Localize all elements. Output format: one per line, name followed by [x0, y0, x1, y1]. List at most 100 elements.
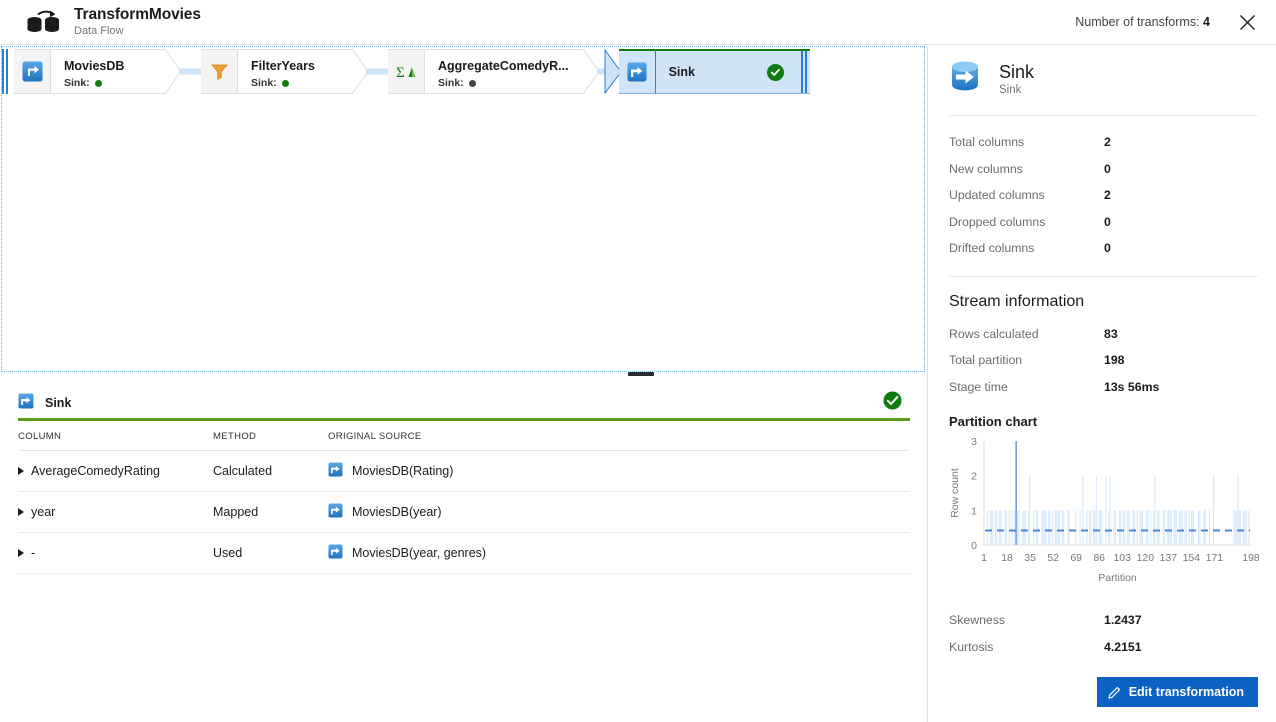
- side-panel-title-group: Sink Sink: [999, 63, 1034, 97]
- graph-connector: [583, 49, 619, 94]
- stat-value: 0: [1104, 162, 1111, 176]
- svg-text:69: 69: [1070, 552, 1082, 564]
- node-status: Sink:: [64, 77, 151, 89]
- node-name: FilterYears: [251, 59, 338, 74]
- pencil-icon: [1108, 685, 1122, 699]
- svg-text:35: 35: [1024, 552, 1036, 564]
- transform-count-value: 4: [1203, 15, 1210, 29]
- stat-updated-columns: Updated columns 2: [928, 182, 1276, 209]
- column-stats-list: Total columns 2 New columns 0 Updated co…: [928, 116, 1276, 276]
- stat-label: Kurtosis: [949, 640, 1104, 654]
- sink-detail-panel: Sink COLUMN METHOD ORIGINAL SOURCE: [0, 379, 926, 722]
- cell-method: Used: [213, 533, 328, 574]
- stat-total-columns: Total columns 2: [928, 129, 1276, 156]
- partition-chart-title: Partition chart: [928, 400, 1276, 433]
- stat-total-partition: Total partition 198: [928, 347, 1276, 374]
- table-row[interactable]: AverageComedyRating Calculated: [18, 451, 910, 492]
- status-dot-icon: [469, 80, 476, 87]
- panel-splitter-handle[interactable]: [628, 372, 654, 376]
- cell-column: AverageComedyRating: [18, 451, 213, 492]
- svg-text:171: 171: [1206, 552, 1224, 564]
- svg-text:154: 154: [1183, 552, 1201, 564]
- stat-label: Total columns: [949, 135, 1104, 149]
- svg-text:Σ: Σ: [396, 65, 405, 81]
- svg-text:Row count: Row count: [949, 468, 961, 518]
- bottom-panel-title: Sink: [45, 396, 71, 410]
- edit-transformation-button[interactable]: Edit transformation: [1097, 677, 1258, 707]
- graph-node-aggregatecomedyratings[interactable]: Σ AggregateComedyR... Sink:: [388, 49, 583, 94]
- table-header-row: COLUMN METHOD ORIGINAL SOURCE: [18, 421, 910, 451]
- cell-column: year: [18, 492, 213, 533]
- transform-count-label: Number of transforms:: [1075, 15, 1199, 29]
- table-row[interactable]: year Mapped MoviesDB(year): [18, 492, 910, 533]
- svg-text:86: 86: [1093, 552, 1105, 564]
- aggregate-sigma-icon: Σ: [388, 49, 425, 94]
- sink-icon: [18, 393, 34, 414]
- stat-kurtosis: Kurtosis 4.2151: [928, 634, 1276, 661]
- stat-label: Skewness: [949, 613, 1104, 627]
- node-status: Sink:: [438, 77, 569, 89]
- node-status-label: Sink:: [64, 77, 90, 89]
- node-accent-bars: [2, 49, 14, 94]
- success-check-icon: [767, 64, 784, 81]
- expand-triangle-icon[interactable]: [18, 549, 24, 557]
- node-accent-bars: [798, 49, 810, 94]
- graph-node-sink[interactable]: Sink: [619, 49, 810, 94]
- graph-node-filteryears[interactable]: FilterYears Sink:: [201, 49, 352, 94]
- svg-text:137: 137: [1160, 552, 1178, 564]
- stat-skewness: Skewness 1.2437: [928, 607, 1276, 634]
- source-name: MoviesDB(year, genres): [352, 546, 486, 560]
- table-row[interactable]: - Used MoviesDB(year, genr: [18, 533, 910, 574]
- stat-value: 2: [1104, 188, 1111, 202]
- cell-column: -: [18, 533, 213, 574]
- data-flow-canvas[interactable]: MoviesDB Sink:: [1, 46, 925, 372]
- node-body: FilterYears Sink:: [238, 49, 352, 94]
- cell-source: MoviesDB(year, genres): [328, 533, 910, 574]
- node-status-label: Sink:: [251, 77, 277, 89]
- graph-node-moviesdb[interactable]: MoviesDB Sink:: [2, 49, 165, 94]
- svg-text:1: 1: [981, 552, 987, 564]
- column-name: AverageComedyRating: [31, 464, 160, 478]
- data-flow-monitoring-page: TransformMovies Data Flow Number of tran…: [0, 0, 1276, 722]
- edit-transformation-label: Edit transformation: [1129, 685, 1244, 699]
- stat-dropped-columns: Dropped columns 0: [928, 209, 1276, 236]
- source-dataset-icon: [14, 49, 51, 94]
- distribution-stats-list: Skewness 1.2437 Kurtosis 4.2151: [928, 585, 1276, 660]
- stat-drifted-columns: Drifted columns 0: [928, 235, 1276, 262]
- side-panel-title: Sink: [999, 63, 1034, 83]
- filter-funnel-icon: [201, 49, 238, 94]
- svg-text:3: 3: [971, 436, 977, 448]
- graph-connector: [352, 49, 388, 94]
- side-panel-subtitle: Sink: [999, 84, 1034, 96]
- source-name: MoviesDB(Rating): [352, 464, 453, 478]
- partition-chart: 0123Row count118355269861031201371541711…: [949, 433, 1259, 585]
- page-title: TransformMovies: [74, 6, 201, 24]
- stat-value: 83: [1104, 327, 1118, 341]
- column-header-column: COLUMN: [18, 421, 213, 451]
- column-header-original-source: ORIGINAL SOURCE: [328, 421, 910, 451]
- stat-value: 13s 56ms: [1104, 380, 1159, 394]
- stat-label: Updated columns: [949, 188, 1104, 202]
- stat-label: New columns: [949, 162, 1104, 176]
- stat-stage-time: Stage time 13s 56ms: [928, 374, 1276, 401]
- stat-value: 1.2437: [1104, 613, 1142, 627]
- page-subtitle: Data Flow: [74, 25, 201, 38]
- close-icon[interactable]: [1232, 7, 1262, 37]
- graph-connector: [165, 49, 201, 94]
- expand-triangle-icon[interactable]: [18, 508, 24, 516]
- expand-triangle-icon[interactable]: [18, 467, 24, 475]
- stream-information-title: Stream information: [928, 277, 1276, 321]
- node-body: MoviesDB Sink:: [51, 49, 165, 94]
- node-body: AggregateComedyR... Sink:: [425, 49, 583, 94]
- cell-method: Mapped: [213, 492, 328, 533]
- source-dataset-icon: [328, 462, 343, 480]
- success-check-icon: [883, 391, 902, 415]
- stat-label: Total partition: [949, 353, 1104, 367]
- node-name: Sink: [669, 65, 695, 80]
- node-name: MoviesDB: [64, 59, 151, 74]
- svg-text:Partition: Partition: [1098, 572, 1137, 584]
- cell-method: Calculated: [213, 451, 328, 492]
- cell-source: MoviesDB(Rating): [328, 451, 910, 492]
- svg-text:120: 120: [1137, 552, 1155, 564]
- stat-label: Stage time: [949, 380, 1104, 394]
